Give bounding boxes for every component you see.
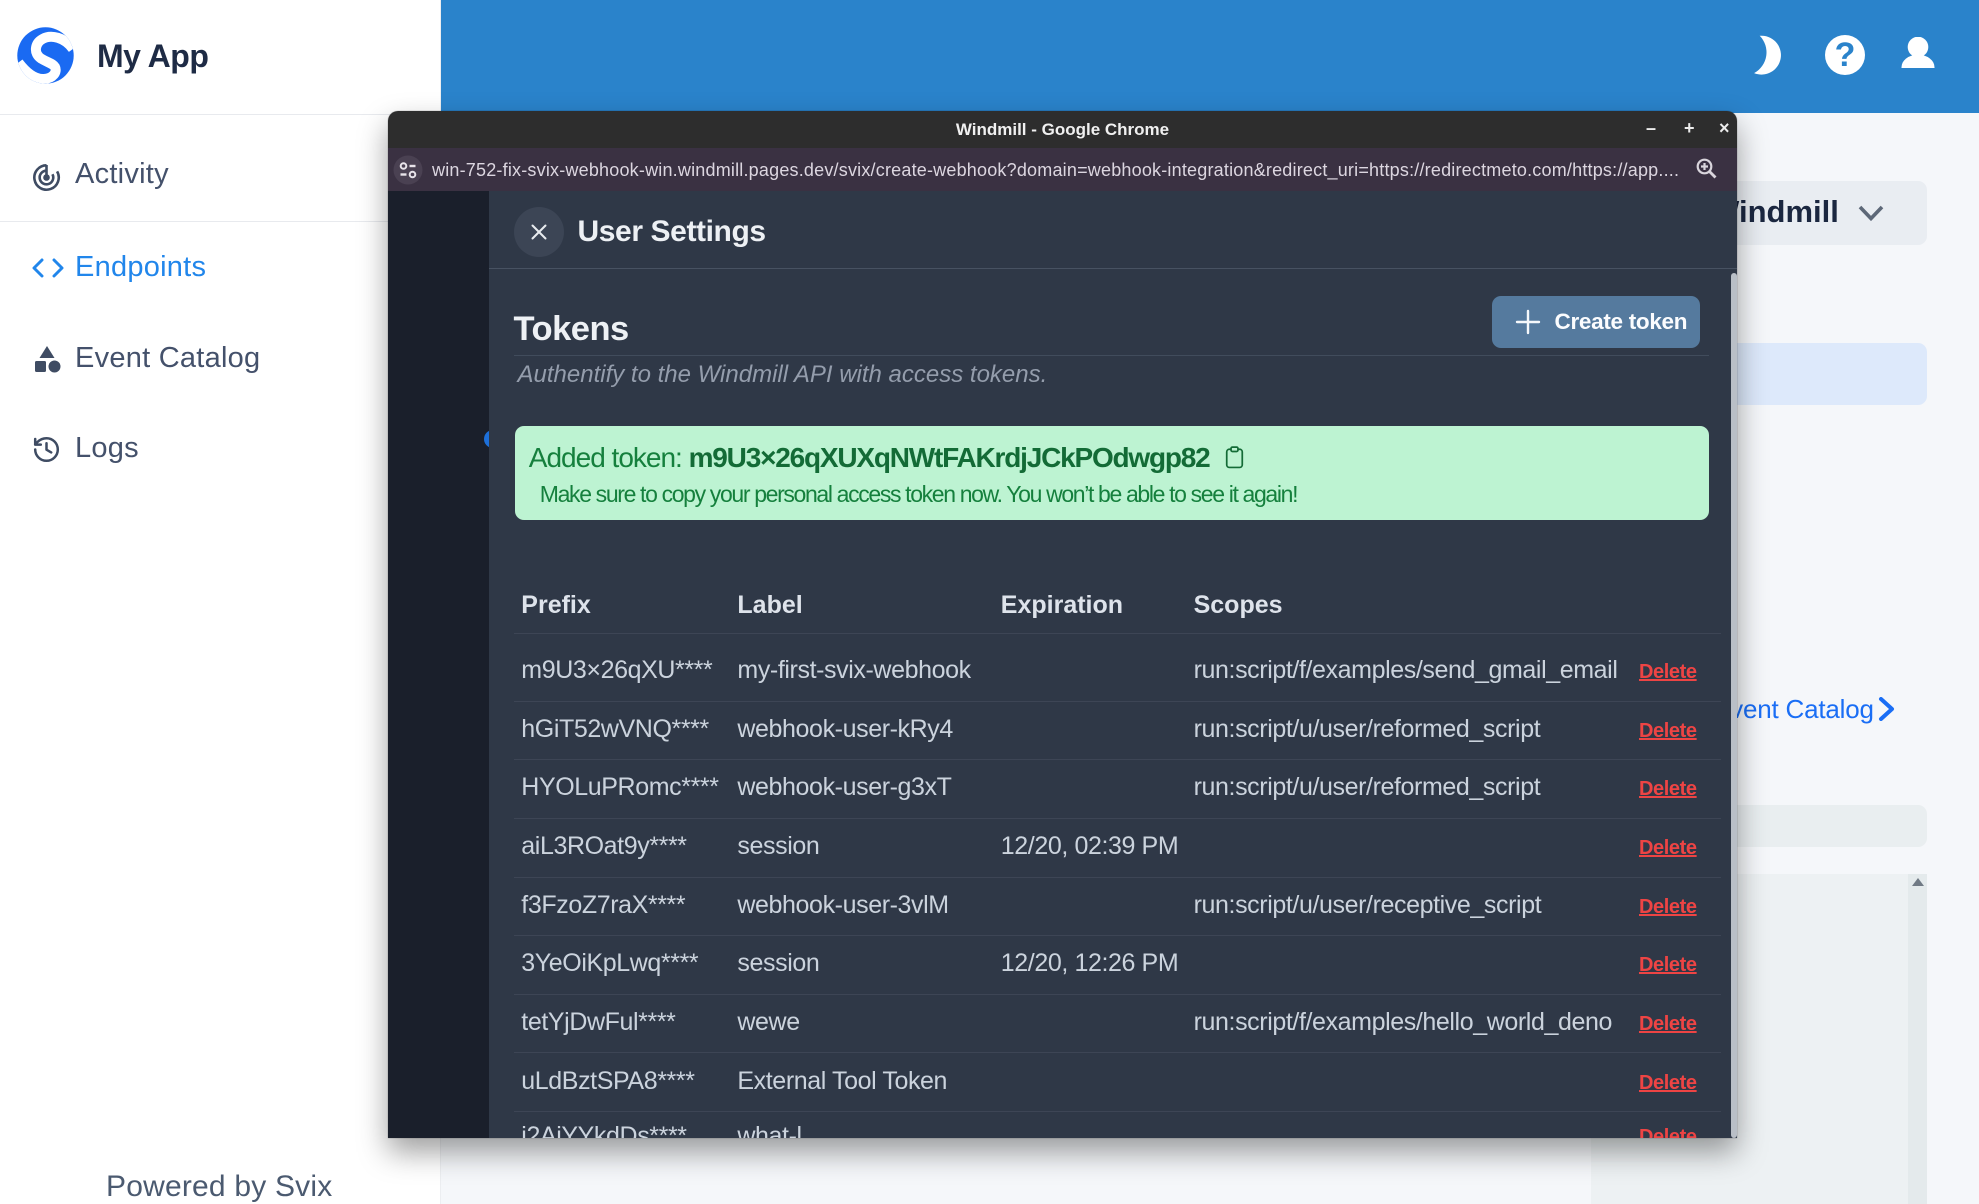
- svg-text:?: ?: [1835, 36, 1856, 74]
